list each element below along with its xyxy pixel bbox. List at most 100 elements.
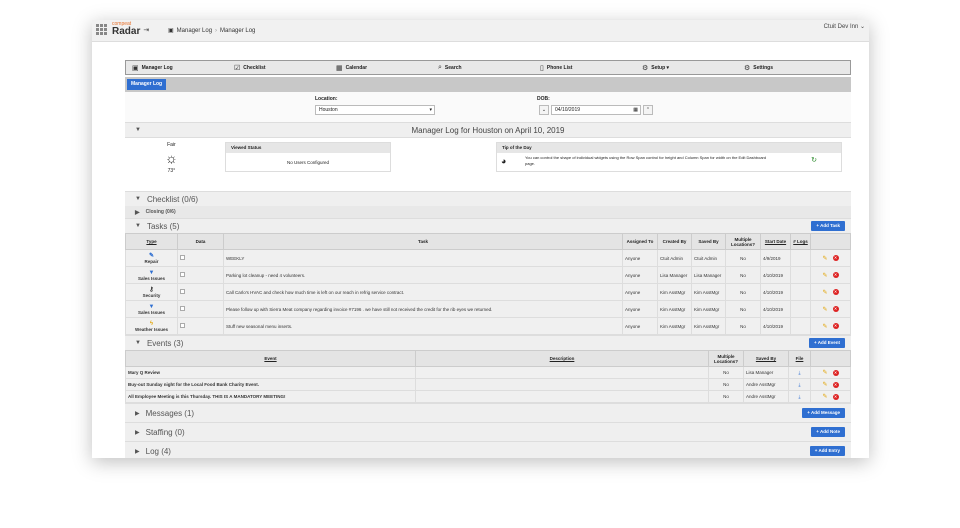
nav-label: Settings [753,64,774,71]
log-title: Log (4) [145,446,171,456]
col-header-type[interactable]: Type [125,233,178,250]
add-event-button[interactable]: + Add Event [809,338,845,348]
add-task-button[interactable]: + Add Task [811,221,845,231]
description-cell [415,378,709,391]
data-checkbox[interactable] [180,289,185,294]
add-message-button[interactable]: + Add Message [802,408,845,418]
add-note-button[interactable]: + Add Note [811,427,845,437]
nav-item-search[interactable]: ⌕ Search [438,64,462,72]
user-menu[interactable]: Ctuit Dev Inn ⌄ [824,23,865,30]
expand-icon[interactable]: ▶ [135,448,140,455]
type-label: Weather Issues [135,326,168,332]
collapse-icon[interactable]: ▼ [135,340,141,346]
col-header-start[interactable]: Start Date [760,233,791,250]
checklist-section: ▼ Checklist (0/6) ▶ Closing (0/6) [125,191,851,218]
col-header-saved[interactable]: Saved By [743,350,789,367]
edit-icon[interactable]: ✎ [822,323,827,330]
table-row[interactable]: All Employee Meeting is this Thursday. T… [125,390,851,403]
col-header-event[interactable]: Event [125,350,416,367]
edit-icon[interactable]: ✎ [822,272,827,279]
download-icon[interactable]: ⤓ [788,366,811,379]
multi-locations: No [708,378,744,391]
delete-icon[interactable]: ✕ [832,272,839,278]
location-select[interactable]: Houston ▾ [315,105,435,115]
delete-icon[interactable]: ✕ [832,381,839,388]
table-row[interactable]: ▼ Sales Issues Please follow up with Sierr… [125,300,851,318]
table-row[interactable]: ✎ Repair WEEKLY Anyone Ctuit Admin Ctuit Admi… [125,249,851,267]
expand-icon[interactable]: ▶ [135,410,140,417]
messages-header[interactable]: ▶ Messages (1) + Add Message [125,404,851,422]
table-row[interactable]: ϟ Weather Issues Stuff new seasonal menu i… [125,317,851,335]
table-row[interactable]: ⚷ Security Call Carlo's HVAC and check how… [125,283,851,301]
daily-widgets: Fair ☼ 73° Viewed Status No Users Config… [125,137,851,191]
actions-cell: ✎ ✕ [810,390,851,403]
breadcrumb-item-manager-log[interactable]: Manager Log [177,28,212,34]
staffing-header[interactable]: ▶ Staffing (0) + Add Note [125,423,851,441]
nav-item-settings[interactable]: ⚙ Settings [744,64,773,72]
location-value: Houston [319,107,338,113]
delete-icon[interactable]: ✕ [832,369,839,376]
logs-cell [790,300,811,318]
actions-cell: ✎ ✕ [810,249,851,267]
nav-item-calendar[interactable]: ▦ Calendar [336,64,367,72]
edit-icon[interactable]: ✎ [822,381,827,388]
edit-icon[interactable]: ✎ [822,306,827,313]
phone-icon: ▯ [540,64,544,72]
expand-icon[interactable]: ▶ [135,429,140,436]
log-header[interactable]: ▶ Log (4) + Add Entry [125,442,851,458]
prev-date-button[interactable]: ⌄ [539,105,549,115]
delete-icon[interactable]: ✕ [832,306,839,312]
tasks-section: ▼ Tasks (5) + Add Task Type Data Task Ass… [125,218,851,335]
data-checkbox[interactable] [180,272,185,277]
created-by: Kim AsstMgr [657,300,692,318]
data-checkbox[interactable] [180,323,185,328]
temperature: 73° [167,168,176,174]
download-icon[interactable]: ⤓ [788,378,811,391]
col-header-description[interactable]: Description [415,350,709,367]
delete-icon[interactable]: ✕ [832,255,839,261]
collapse-icon[interactable]: ▼ [135,223,141,229]
edit-icon[interactable]: ✎ [822,393,827,400]
download-icon[interactable]: ⤓ [788,390,811,403]
apps-grid-icon[interactable] [96,23,108,36]
log-section: ▶ Log (4) + Add Entry [125,441,851,458]
type-cell: ✎ Repair [125,249,178,267]
next-date-button[interactable]: ⌃ [643,105,653,115]
checklist-closing-row[interactable]: ▶ Closing (0/6) [125,206,851,218]
nav-label: Calendar [345,64,368,71]
calendar-icon[interactable]: ▦ [633,106,638,114]
task-text: Please follow up with Sierra Meat compan… [223,300,623,318]
edit-icon[interactable]: ✎ [822,289,827,296]
checklist-header[interactable]: ▼ Checklist (0/6) [125,192,851,206]
table-row[interactable]: Mary Q Review No Lisa Manager ⤓ ✎ ✕ [125,366,851,379]
tasks-header[interactable]: ▼ Tasks (5) + Add Task [125,219,851,233]
delete-icon[interactable]: ✕ [832,289,839,295]
type-cell: ▼ Sales Issues [125,266,178,284]
events-header[interactable]: ▼ Events (3) + Add Event [125,336,851,350]
collapse-icon[interactable]: ▼ [135,196,141,202]
logs-cell [790,266,811,284]
table-row[interactable]: Buy-out Sunday night for the Local Food … [125,378,851,391]
data-checkbox[interactable] [180,255,185,260]
nav-item-checklist[interactable]: ☑ Checklist [234,64,266,72]
assigned-to: Anyone [622,317,658,335]
refresh-icon[interactable]: ↻ [811,156,817,164]
dob-input[interactable]: 04/10/2019 ▦ [551,105,641,115]
delete-icon[interactable]: ✕ [832,393,839,400]
data-checkbox[interactable] [180,306,185,311]
add-entry-button[interactable]: + Add Entry [809,446,845,456]
exit-icon[interactable]: ⇥ [143,26,149,34]
nav-item-setup[interactable]: ⚙ Setup ▾ [642,64,669,72]
expand-icon[interactable]: ▶ [135,209,140,216]
nav-item-manager-log[interactable]: ▣ Manager Log [132,64,173,72]
created-by: Ctuit Admin [657,249,692,267]
tab-manager-log[interactable]: Manager Log [127,79,167,90]
delete-icon[interactable]: ✕ [832,323,839,329]
app-logo[interactable]: compeat Radar ⇥ [96,22,149,37]
nav-item-phone-list[interactable]: ▯ Phone List [540,64,572,72]
edit-icon[interactable]: ✎ [822,255,827,262]
table-row[interactable]: ▼ Sales Issues Parking lot cleanup - need … [125,266,851,284]
edit-icon[interactable]: ✎ [822,369,827,376]
col-header-logs[interactable]: # Logs [790,233,811,250]
col-header-file[interactable]: File [788,350,811,367]
